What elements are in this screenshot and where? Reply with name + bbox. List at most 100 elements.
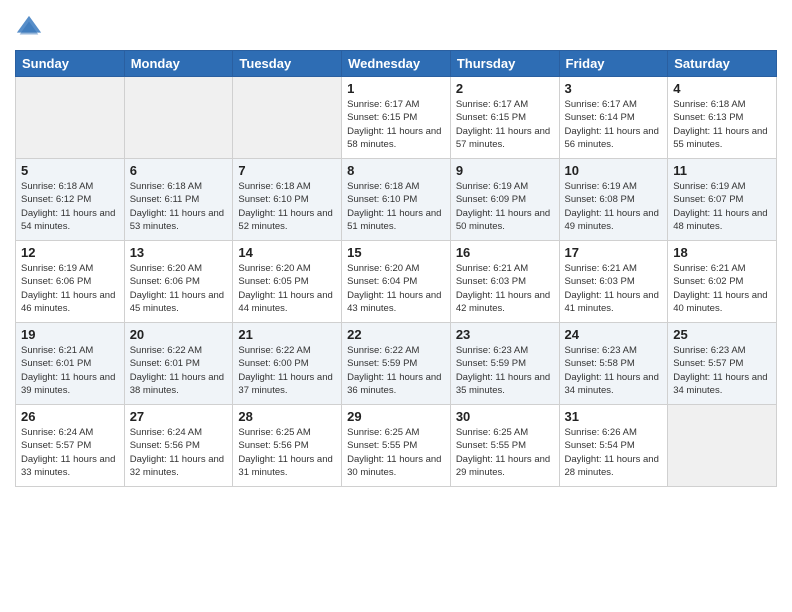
day-number: 29 [347, 409, 445, 424]
day-info: Sunrise: 6:23 AMSunset: 5:58 PMDaylight:… [565, 344, 663, 397]
day-info: Sunrise: 6:24 AMSunset: 5:56 PMDaylight:… [130, 426, 228, 479]
day-info: Sunrise: 6:25 AMSunset: 5:56 PMDaylight:… [238, 426, 336, 479]
day-info: Sunrise: 6:19 AMSunset: 6:09 PMDaylight:… [456, 180, 554, 233]
day-info: Sunrise: 6:22 AMSunset: 6:01 PMDaylight:… [130, 344, 228, 397]
calendar-cell: 18Sunrise: 6:21 AMSunset: 6:02 PMDayligh… [668, 241, 777, 323]
calendar-week-row: 26Sunrise: 6:24 AMSunset: 5:57 PMDayligh… [16, 405, 777, 487]
calendar-cell: 22 Sunrise: 6:22 AMSunset: 5:59 PMDayligh… [342, 323, 451, 405]
calendar-cell: 1 Sunrise: 6:17 AMSunset: 6:15 PMDaylight… [342, 77, 451, 159]
day-number: 15 [347, 245, 445, 260]
day-number: 19 [21, 327, 119, 342]
calendar-cell: 2 Sunrise: 6:17 AMSunset: 6:15 PMDaylight… [450, 77, 559, 159]
day-number: 3 [565, 81, 663, 96]
calendar-cell [16, 77, 125, 159]
day-info: Sunrise: 6:18 AMSunset: 6:13 PMDaylight:… [673, 98, 771, 151]
calendar-cell: 13 Sunrise: 6:20 AMSunset: 6:06 PMDayligh… [124, 241, 233, 323]
calendar-cell: 3 Sunrise: 6:17 AMSunset: 6:14 PMDaylight… [559, 77, 668, 159]
day-number: 7 [238, 163, 336, 178]
calendar-cell: 4 Sunrise: 6:18 AMSunset: 6:13 PMDaylight… [668, 77, 777, 159]
day-info: Sunrise: 6:20 AMSunset: 6:05 PMDaylight:… [238, 262, 336, 315]
day-number: 13 [130, 245, 228, 260]
day-number: 8 [347, 163, 445, 178]
calendar-cell: 29 Sunrise: 6:25 AMSunset: 5:55 PMDayligh… [342, 405, 451, 487]
calendar-cell: 6 Sunrise: 6:18 AMSunset: 6:11 PMDaylight… [124, 159, 233, 241]
calendar-cell: 9 Sunrise: 6:19 AMSunset: 6:09 PMDaylight… [450, 159, 559, 241]
day-info: Sunrise: 6:22 AMSunset: 5:59 PMDaylight:… [347, 344, 445, 397]
day-info: Sunrise: 6:18 AMSunset: 6:10 PMDaylight:… [238, 180, 336, 233]
day-number: 31 [565, 409, 663, 424]
weekday-header: Thursday [450, 51, 559, 77]
day-number: 28 [238, 409, 336, 424]
logo-icon [15, 14, 43, 42]
day-info: Sunrise: 6:17 AMSunset: 6:15 PMDaylight:… [347, 98, 445, 151]
day-number: 21 [238, 327, 336, 342]
day-number: 6 [130, 163, 228, 178]
calendar-cell: 31 Sunrise: 6:26 AMSunset: 5:54 PMDayligh… [559, 405, 668, 487]
day-info: Sunrise: 6:21 AMSunset: 6:03 PMDaylight:… [565, 262, 663, 315]
day-number: 12 [21, 245, 119, 260]
day-info: Sunrise: 6:25 AMSunset: 5:55 PMDaylight:… [347, 426, 445, 479]
day-number: 25 [673, 327, 771, 342]
day-info: Sunrise: 6:18 AMSunset: 6:10 PMDaylight:… [347, 180, 445, 233]
day-info: Sunrise: 6:21 AMSunset: 6:03 PMDaylight:… [456, 262, 554, 315]
calendar-cell: 8 Sunrise: 6:18 AMSunset: 6:10 PMDaylight… [342, 159, 451, 241]
day-number: 18 [673, 245, 771, 260]
calendar-cell: 10 Sunrise: 6:19 AMSunset: 6:08 PMDayligh… [559, 159, 668, 241]
calendar-header-row: SundayMondayTuesdayWednesdayThursdayFrid… [16, 51, 777, 77]
day-number: 4 [673, 81, 771, 96]
day-number: 22 [347, 327, 445, 342]
weekday-header: Monday [124, 51, 233, 77]
day-info: Sunrise: 6:24 AMSunset: 5:57 PMDaylight:… [21, 426, 119, 479]
day-number: 2 [456, 81, 554, 96]
calendar-cell [124, 77, 233, 159]
calendar-cell [233, 77, 342, 159]
calendar-cell: 21 Sunrise: 6:22 AMSunset: 6:00 PMDayligh… [233, 323, 342, 405]
calendar-cell: 15 Sunrise: 6:20 AMSunset: 6:04 PMDayligh… [342, 241, 451, 323]
day-info: Sunrise: 6:17 AMSunset: 6:15 PMDaylight:… [456, 98, 554, 151]
calendar-cell: 24 Sunrise: 6:23 AMSunset: 5:58 PMDayligh… [559, 323, 668, 405]
day-info: Sunrise: 6:19 AMSunset: 6:06 PMDaylight:… [21, 262, 119, 315]
weekday-header: Tuesday [233, 51, 342, 77]
day-info: Sunrise: 6:25 AMSunset: 5:55 PMDaylight:… [456, 426, 554, 479]
day-number: 14 [238, 245, 336, 260]
calendar-cell: 17 Sunrise: 6:21 AMSunset: 6:03 PMDayligh… [559, 241, 668, 323]
calendar-week-row: 19Sunrise: 6:21 AMSunset: 6:01 PMDayligh… [16, 323, 777, 405]
day-number: 1 [347, 81, 445, 96]
day-info: Sunrise: 6:19 AMSunset: 6:08 PMDaylight:… [565, 180, 663, 233]
day-number: 24 [565, 327, 663, 342]
day-number: 20 [130, 327, 228, 342]
day-info: Sunrise: 6:18 AMSunset: 6:11 PMDaylight:… [130, 180, 228, 233]
day-number: 10 [565, 163, 663, 178]
calendar-week-row: 5Sunrise: 6:18 AMSunset: 6:12 PMDaylight… [16, 159, 777, 241]
calendar-cell: 11 Sunrise: 6:19 AMSunset: 6:07 PMDayligh… [668, 159, 777, 241]
weekday-header: Saturday [668, 51, 777, 77]
calendar-cell: 23Sunrise: 6:23 AMSunset: 5:59 PMDayligh… [450, 323, 559, 405]
logo [15, 14, 45, 42]
calendar-cell: 26Sunrise: 6:24 AMSunset: 5:57 PMDayligh… [16, 405, 125, 487]
calendar-cell: 27 Sunrise: 6:24 AMSunset: 5:56 PMDayligh… [124, 405, 233, 487]
day-info: Sunrise: 6:20 AMSunset: 6:04 PMDaylight:… [347, 262, 445, 315]
calendar-cell: 20 Sunrise: 6:22 AMSunset: 6:01 PMDayligh… [124, 323, 233, 405]
calendar-cell: 30 Sunrise: 6:25 AMSunset: 5:55 PMDayligh… [450, 405, 559, 487]
weekday-header: Friday [559, 51, 668, 77]
page-container: SundayMondayTuesdayWednesdayThursdayFrid… [0, 0, 792, 492]
calendar-cell: 5Sunrise: 6:18 AMSunset: 6:12 PMDaylight… [16, 159, 125, 241]
day-number: 23 [456, 327, 554, 342]
calendar-cell: 7 Sunrise: 6:18 AMSunset: 6:10 PMDaylight… [233, 159, 342, 241]
calendar-week-row: 1 Sunrise: 6:17 AMSunset: 6:15 PMDaylight… [16, 77, 777, 159]
day-info: Sunrise: 6:26 AMSunset: 5:54 PMDaylight:… [565, 426, 663, 479]
day-number: 17 [565, 245, 663, 260]
calendar-cell: 16Sunrise: 6:21 AMSunset: 6:03 PMDayligh… [450, 241, 559, 323]
day-info: Sunrise: 6:22 AMSunset: 6:00 PMDaylight:… [238, 344, 336, 397]
day-info: Sunrise: 6:17 AMSunset: 6:14 PMDaylight:… [565, 98, 663, 151]
calendar-table: SundayMondayTuesdayWednesdayThursdayFrid… [15, 50, 777, 487]
day-number: 11 [673, 163, 771, 178]
calendar-week-row: 12 Sunrise: 6:19 AMSunset: 6:06 PMDayligh… [16, 241, 777, 323]
day-info: Sunrise: 6:19 AMSunset: 6:07 PMDaylight:… [673, 180, 771, 233]
day-info: Sunrise: 6:23 AMSunset: 5:57 PMDaylight:… [673, 344, 771, 397]
day-info: Sunrise: 6:20 AMSunset: 6:06 PMDaylight:… [130, 262, 228, 315]
day-info: Sunrise: 6:18 AMSunset: 6:12 PMDaylight:… [21, 180, 119, 233]
day-number: 27 [130, 409, 228, 424]
day-number: 30 [456, 409, 554, 424]
day-number: 9 [456, 163, 554, 178]
